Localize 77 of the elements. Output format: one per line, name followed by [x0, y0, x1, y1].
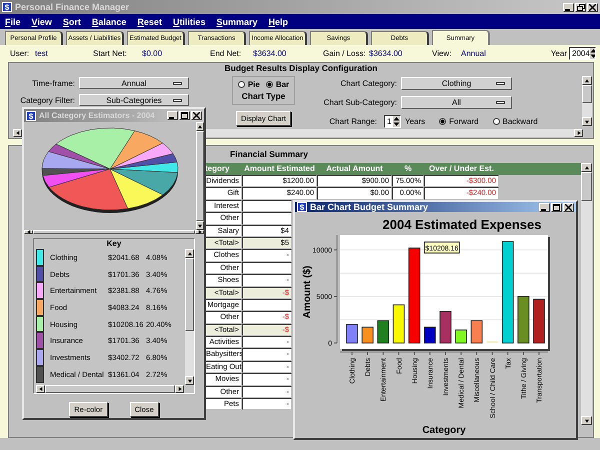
chart-title: 2004 Estimated Expenses — [382, 217, 542, 232]
radio-option[interactable]: Pie — [238, 80, 260, 89]
range-spinner[interactable]: 1 — [384, 115, 401, 128]
dollar-icon: $ — [26, 110, 36, 120]
menu-item[interactable]: Balance — [92, 16, 126, 26]
scroll-bar[interactable] — [24, 230, 204, 234]
maximize-button[interactable] — [551, 202, 562, 212]
spin-arrows-icon[interactable] — [590, 48, 595, 59]
column-header: Over / Under Est. — [428, 163, 495, 175]
table-cell — [242, 298, 292, 312]
field-label: View: — [432, 49, 452, 58]
menu-item[interactable]: Summary — [216, 16, 258, 26]
field-value: $3634.00 — [253, 49, 286, 58]
panel-title: Budget Results Display Configuration — [223, 63, 378, 74]
field-value: test — [35, 49, 48, 58]
dropdown-field[interactable]: Annual — [79, 77, 189, 89]
column-header: Actual Amount — [325, 163, 384, 175]
dropdown-field[interactable]: Clothing — [401, 77, 512, 90]
field-label: Time-frame: — [31, 78, 75, 88]
maximize-button[interactable] — [179, 111, 190, 120]
field-label: Chart Category: — [340, 79, 397, 88]
group-label: Chart Type — [242, 91, 286, 101]
column-header: Amount Estimated — [243, 163, 316, 175]
dash-icon — [496, 101, 505, 104]
field-value: $0.00 — [142, 49, 162, 58]
radio-option[interactable]: Forward — [439, 117, 479, 126]
year-spinner[interactable]: 2004 — [569, 47, 596, 60]
menu-item[interactable]: Utilities — [172, 16, 206, 26]
dropdown-field[interactable]: All — [401, 96, 512, 109]
menu-item[interactable]: Help — [268, 16, 288, 26]
x-axis-title: Category — [422, 425, 466, 436]
spin-arrows-icon[interactable] — [393, 116, 400, 127]
scroll-bar[interactable] — [582, 76, 592, 126]
dollar-icon: $ — [2, 2, 12, 12]
window-title: Personal Finance Manager — [15, 2, 130, 12]
field-label: Chart Sub-Category: — [322, 98, 397, 107]
radio-option[interactable]: Bar — [266, 80, 290, 89]
table-cell — [242, 200, 292, 212]
field-label: End Net: — [210, 49, 242, 58]
y-axis-title: Amount ($) — [302, 266, 313, 318]
close-button[interactable] — [563, 202, 574, 212]
field-value: Annual — [461, 49, 486, 58]
field-label: Category Filter: — [19, 96, 75, 104]
year-label: Year — [550, 49, 567, 58]
window-title: Bar Chart Budget Summary — [310, 202, 428, 212]
column-header: tegory — [205, 163, 230, 175]
restore-button[interactable] — [575, 2, 586, 12]
close-button[interactable] — [191, 111, 202, 120]
scroll-bar[interactable] — [185, 249, 194, 385]
key-title: Key — [106, 239, 122, 248]
menu-item[interactable]: Sort — [62, 16, 81, 26]
scroll-bar[interactable] — [581, 163, 592, 425]
minimize-button[interactable] — [539, 202, 550, 212]
dash-icon — [496, 82, 505, 85]
close-button[interactable] — [587, 2, 598, 12]
menu-item[interactable]: File — [5, 16, 21, 26]
minimize-button[interactable] — [563, 2, 574, 12]
field-label: Gain / Loss: — [323, 49, 365, 58]
scroll-bar[interactable] — [36, 385, 184, 393]
table-cell — [242, 212, 292, 225]
unit-label: Years — [405, 117, 426, 126]
dash-icon — [173, 99, 182, 102]
minimize-button[interactable] — [167, 111, 178, 120]
field-label: User: — [10, 49, 30, 58]
column-header: % — [403, 163, 413, 175]
field-value: $3634.00 — [369, 49, 402, 58]
field-label: Start Net: — [93, 49, 128, 58]
radio-option[interactable]: Backward — [492, 117, 538, 126]
dash-icon — [173, 82, 182, 85]
scroll-bar[interactable] — [196, 122, 204, 230]
dropdown-field[interactable]: Sub-Categories — [79, 94, 189, 106]
menu-item[interactable]: View — [32, 16, 52, 26]
dollar-icon: $ — [297, 202, 307, 212]
menu-item[interactable]: Reset — [137, 16, 162, 26]
panel-title: Financial Summary — [230, 149, 308, 159]
table-cell — [242, 262, 292, 274]
field-label: Chart Range: — [328, 117, 377, 126]
